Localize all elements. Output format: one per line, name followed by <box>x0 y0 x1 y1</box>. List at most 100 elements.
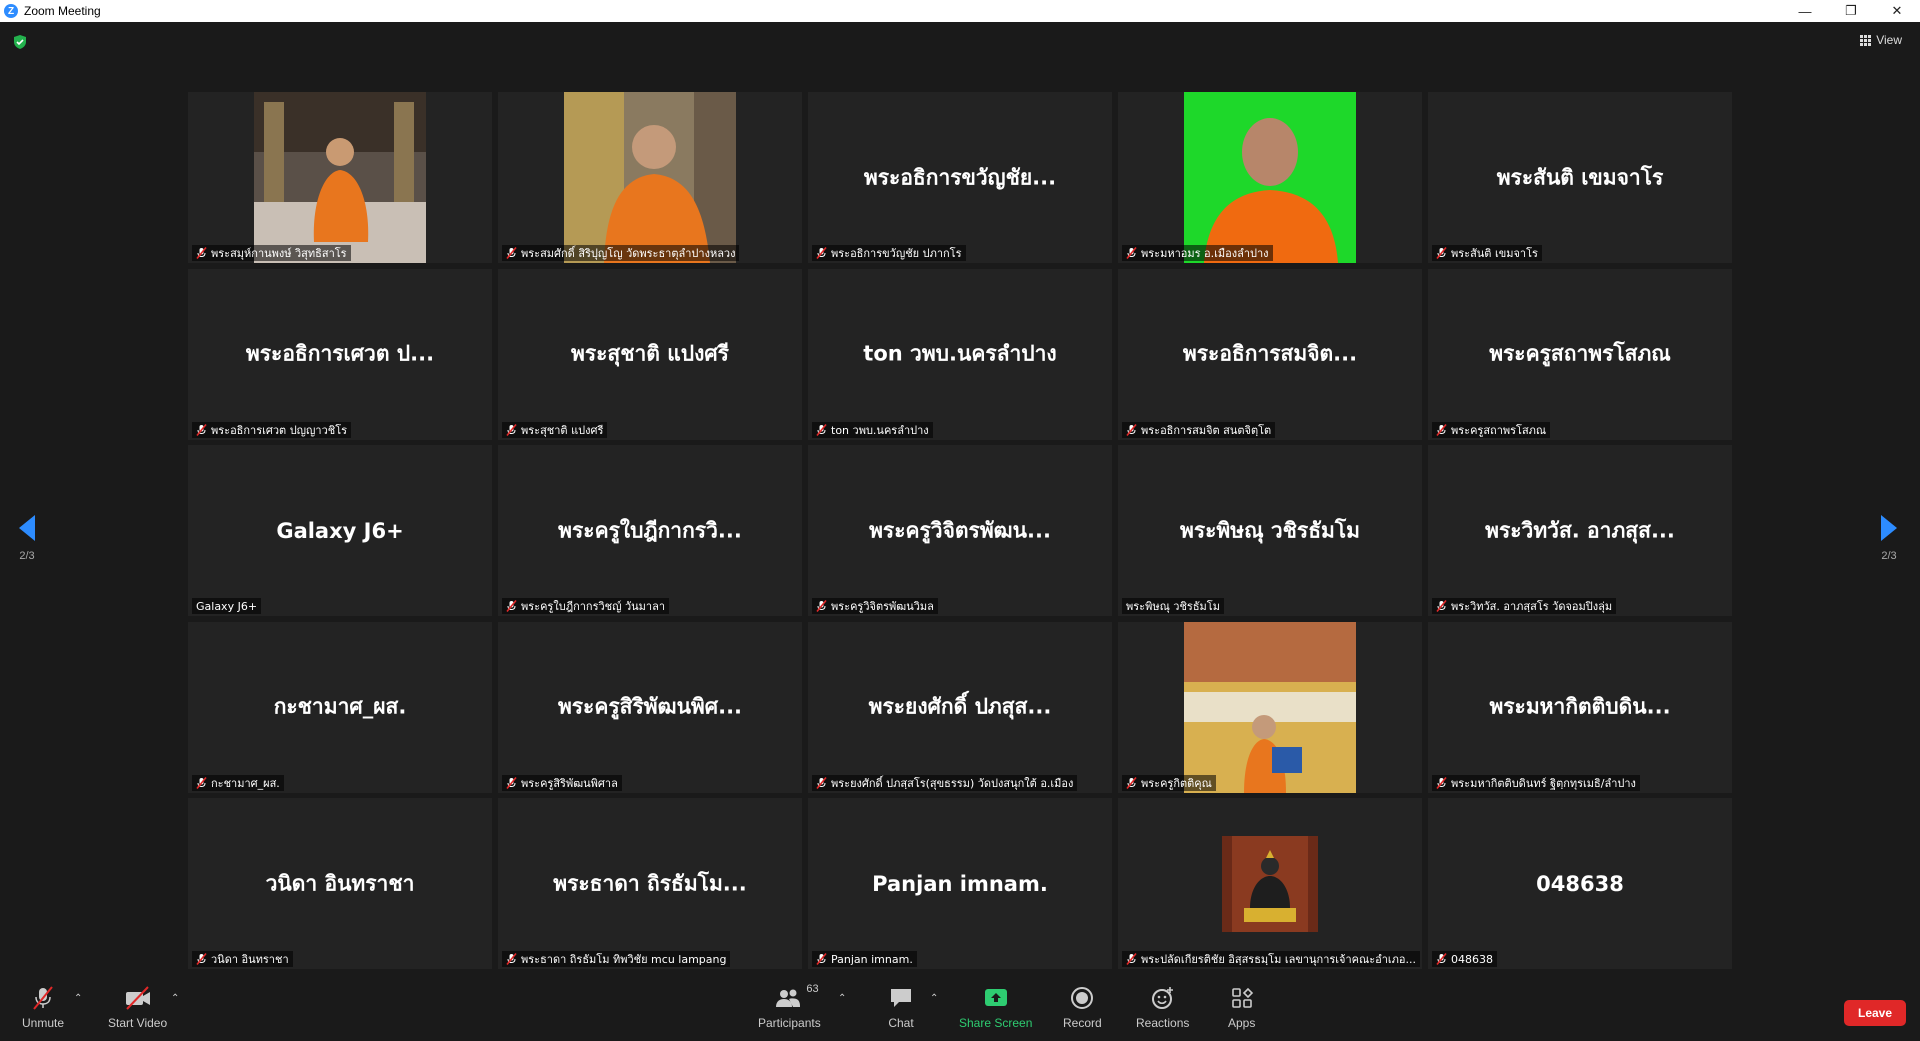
arrow-left-icon[interactable] <box>18 514 36 542</box>
participant-tile[interactable]: พระครูวิจิตรพัฒน... พระครูวิจิตรพัฒนวิมล <box>808 445 1112 616</box>
participant-name-label: พระสมศักดิ์ สิริปุญโญ วัดพระธาตุลำปางหลว… <box>521 247 736 260</box>
participant-tile[interactable]: พระอธิการขวัญชัย... พระอธิการขวัญชัย ปภา… <box>808 92 1112 263</box>
participant-name-tag: พระครูสถาพรโสภณ <box>1432 421 1551 438</box>
participant-tile[interactable]: กะชามาศ_ผส. กะชามาศ_ผส. <box>188 621 492 793</box>
participant-name-tag: พระสมุห์กานพงษ์ วิสุทธิสาโร <box>192 245 351 261</box>
participant-name-tag: พระสันติ เขมจาโร <box>1432 245 1542 261</box>
participant-tile[interactable]: พระสมุห์กานพงษ์ วิสุทธิสาโร <box>188 92 492 263</box>
participant-display-name: พระวิทวัส. อาภสุส... <box>1485 518 1675 542</box>
previous-page[interactable]: 2/3 <box>18 514 36 562</box>
participant-tile[interactable]: 048638 048638 <box>1428 798 1732 969</box>
participant-name-label: พระมหากิตติบดินทร์ ฐิตฺกทุรเมธิ/ลำปาง <box>1451 776 1636 790</box>
participant-name-tag: กะชามาศ_ผส. <box>192 774 284 791</box>
participant-tile[interactable]: พระธาดา ถิรธัมโม... พระธาดา ถิรธัมโม ทิพ… <box>498 798 802 969</box>
participant-tile[interactable]: พระมหาอมร อ.เมืองลำปาง <box>1118 92 1422 263</box>
mic-muted-icon <box>506 776 517 789</box>
participant-name-label: ton วพบ.นครลำปาง <box>831 423 929 437</box>
participant-tile[interactable]: พระสันติ เขมจาโร พระสันติ เขมจาโร <box>1428 92 1732 263</box>
start-video-button[interactable]: Start Video <box>108 985 167 1030</box>
minimize-icon[interactable]: — <box>1782 0 1828 22</box>
participant-tile[interactable]: พระสุชาติ แปงศรี พระสุชาติ แปงศรี <box>498 268 802 440</box>
participant-tile[interactable]: Galaxy J6+ Galaxy J6+ <box>188 445 492 616</box>
video-options-caret-icon[interactable]: ⌃ <box>171 993 179 1004</box>
participant-display-name: 048638 <box>1536 871 1624 896</box>
participants-caret-icon[interactable]: ⌃ <box>838 993 846 1004</box>
reactions-label: Reactions <box>1136 1016 1190 1030</box>
participant-display-name: กะชามาศ_ผส. <box>273 694 407 719</box>
apps-button[interactable]: Apps <box>1228 985 1255 1030</box>
reactions-button[interactable]: Reactions <box>1136 985 1189 1030</box>
participant-name-tag: พระมหาอมร อ.เมืองลำปาง <box>1122 245 1273 261</box>
participant-video <box>1184 92 1356 263</box>
participant-tile[interactable]: พระวิทวัส. อาภสุส... พระวิทวัส. อาภสฺสโร… <box>1428 445 1732 616</box>
participant-display-name: พระยงศักดิ์ ปภสุส... <box>868 694 1052 719</box>
record-icon <box>1071 987 1094 1009</box>
next-page[interactable]: 2/3 <box>1880 514 1898 562</box>
participant-tile[interactable]: ton วพบ.นครลำปาง ton วพบ.นครลำปาง <box>808 268 1112 440</box>
participant-name-label: พระอธิการเศวต ปญญาวชิโร <box>211 423 348 437</box>
participant-name-label: พระครูสิริพัฒนพิศาล <box>521 776 618 790</box>
participant-tile[interactable]: Panjan imnam. Panjan imnam. <box>808 798 1112 969</box>
page-indicator-left: 2/3 <box>19 550 35 562</box>
participant-name-tag: พระอธิการสมจิต สนตจิตฺโต <box>1122 421 1276 438</box>
restore-icon[interactable]: ❐ <box>1828 0 1874 22</box>
mic-muted-icon <box>1436 776 1447 789</box>
participant-name-tag: พระครูวิจิตรพัฒนวิมล <box>812 598 938 614</box>
participant-name-tag: พระปลัดเกียรติชัย อิสฺสรธมฺโม เลขานุการเ… <box>1122 951 1420 967</box>
start-video-label: Start Video <box>108 1016 168 1030</box>
participant-tile[interactable]: วนิดา อินทราชา วนิดา อินทราชา <box>188 798 492 969</box>
chat-button[interactable]: Chat <box>888 985 914 1030</box>
mic-muted-icon <box>506 423 517 436</box>
unmute-button[interactable]: Unmute <box>22 985 64 1030</box>
mic-muted-icon <box>196 247 207 259</box>
encryption-shield-icon[interactable] <box>12 34 28 50</box>
participant-name-label: พระพิษณุ วชิรธัมโม <box>1126 600 1220 613</box>
participant-tile[interactable]: พระมหากิตติบดิน... พระมหากิตติบดินทร์ ฐิ… <box>1428 621 1732 793</box>
participant-tile[interactable]: พระสมศักดิ์ สิริปุญโญ วัดพระธาตุลำปางหลว… <box>498 92 802 263</box>
participant-tile[interactable]: พระปลัดเกียรติชัย อิสฺสรธมฺโม เลขานุการเ… <box>1118 798 1422 969</box>
chat-caret-icon[interactable]: ⌃ <box>930 993 938 1004</box>
close-icon[interactable]: ✕ <box>1874 0 1920 22</box>
participant-tile[interactable]: พระยงศักดิ์ ปภสุส... พระยงศักดิ์ ปภสฺสโร… <box>808 621 1112 793</box>
participant-video <box>1222 836 1318 932</box>
participant-tile[interactable]: พระครูสิริพัฒนพิศ... พระครูสิริพัฒนพิศาล <box>498 621 802 793</box>
participant-tile[interactable]: พระอธิการสมจิต... พระอธิการสมจิต สนตจิตฺ… <box>1118 268 1422 440</box>
participant-tile[interactable]: พระครูสถาพรโสภณ พระครูสถาพรโสภณ <box>1428 268 1732 440</box>
participants-button[interactable]: 63 Participants <box>758 983 821 1030</box>
participant-name-label: Panjan imnam. <box>831 952 913 966</box>
mic-muted-icon <box>1436 423 1447 436</box>
view-button[interactable]: View <box>1860 33 1902 47</box>
participant-photo <box>564 92 736 263</box>
participant-tile[interactable]: พระพิษณุ วชิรธัมโม พระพิษณุ วชิรธัมโม <box>1118 445 1422 616</box>
participant-name-label: พระครูกิตติคุณ <box>1141 776 1212 790</box>
leave-button[interactable]: Leave <box>1844 1000 1906 1026</box>
participant-name-label: พระวิทวัส. อาภสฺสโร วัดจอมปิงลุ่ม <box>1451 600 1613 613</box>
participant-video <box>254 92 426 263</box>
share-screen-button[interactable]: Share Screen <box>959 985 1032 1030</box>
apps-icon <box>1231 987 1253 1008</box>
audio-options-caret-icon[interactable]: ⌃ <box>74 993 82 1004</box>
mic-muted-icon <box>196 776 207 789</box>
participant-video <box>1184 621 1356 793</box>
participant-display-name: พระครูใบฎีกากรวิ... <box>558 518 742 542</box>
participant-display-name: พระพิษณุ วชิรธัมโม <box>1180 518 1360 542</box>
mic-muted-icon <box>506 247 517 259</box>
mic-muted-icon <box>196 953 207 965</box>
chat-icon <box>891 989 911 1007</box>
participant-name-tag: พระสุชาติ แปงศรี <box>502 421 608 438</box>
mic-muted-icon <box>1126 247 1137 259</box>
participant-name-tag: พระวิทวัส. อาภสฺสโร วัดจอมปิงลุ่ม <box>1432 598 1617 614</box>
participant-name-tag: พระมหากิตติบดินทร์ ฐิตฺกทุรเมธิ/ลำปาง <box>1432 774 1640 791</box>
participant-tile[interactable]: พระอธิการเศวต ป... พระอธิการเศวต ปญญาวชิ… <box>188 268 492 440</box>
arrow-right-icon[interactable] <box>1880 514 1898 542</box>
participant-tile[interactable]: พระครูกิตติคุณ <box>1118 621 1422 793</box>
participants-icon <box>776 989 801 1007</box>
participant-name-tag: Panjan imnam. <box>812 951 917 967</box>
page-indicator-right: 2/3 <box>1881 550 1897 562</box>
record-button[interactable]: Record <box>1063 985 1102 1030</box>
participant-photo <box>1184 92 1356 263</box>
participant-display-name: พระครูสถาพรโสภณ <box>1489 341 1671 366</box>
participant-display-name: พระครูสิริพัฒนพิศ... <box>557 694 743 719</box>
participant-tile[interactable]: พระครูใบฎีกากรวิ... พระครูใบฎีกากรวิชญ์ … <box>498 445 802 616</box>
mic-muted-icon <box>816 423 827 436</box>
